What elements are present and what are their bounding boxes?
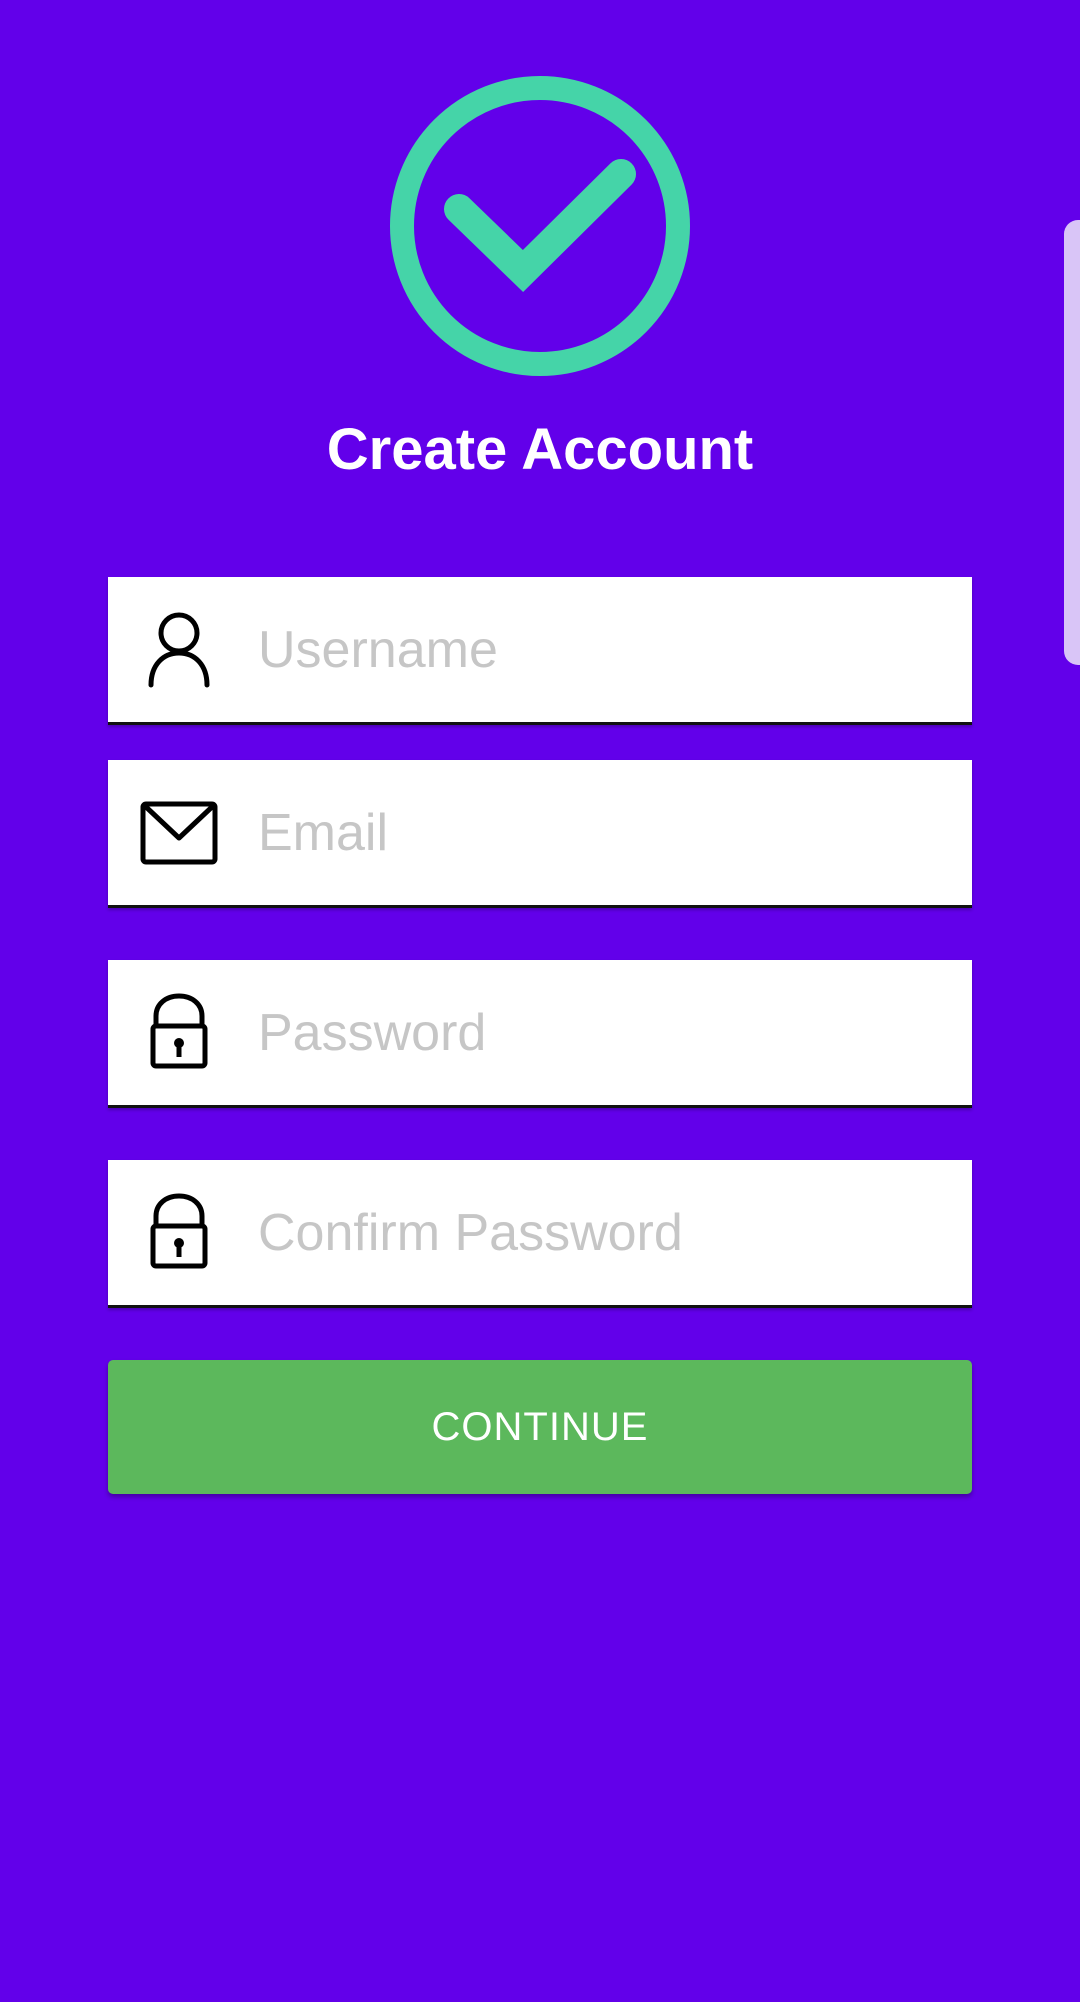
check-circle-icon xyxy=(389,75,691,377)
lock-icon xyxy=(138,990,220,1072)
username-input[interactable] xyxy=(258,577,948,722)
page-title: Create Account xyxy=(326,417,754,482)
email-input[interactable] xyxy=(258,760,948,905)
envelope-icon xyxy=(138,790,220,872)
confirm-password-field-container xyxy=(108,1160,972,1308)
person-icon xyxy=(138,607,220,689)
email-field-container xyxy=(108,760,972,908)
confirm-password-input[interactable] xyxy=(258,1160,948,1305)
password-input[interactable] xyxy=(258,960,948,1105)
continue-button[interactable]: CONTINUE xyxy=(108,1360,972,1494)
lock-icon xyxy=(138,1190,220,1272)
edge-panel-handle[interactable] xyxy=(1064,220,1080,665)
password-field-container xyxy=(108,960,972,1108)
username-field-container xyxy=(108,577,972,725)
